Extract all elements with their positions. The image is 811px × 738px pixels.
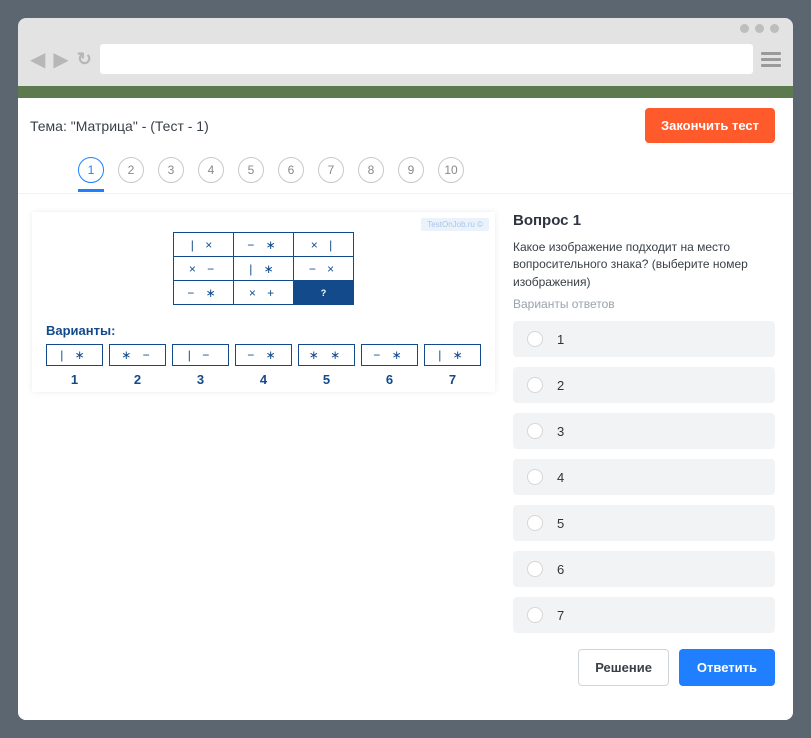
matrix-cell: − ∗ xyxy=(234,233,294,257)
matrix-cell: | ∗ xyxy=(234,257,294,281)
variant-cell: ∗ − xyxy=(109,344,166,366)
answer-option[interactable]: 1 xyxy=(513,321,775,357)
answer-option[interactable]: 5 xyxy=(513,505,775,541)
radio-icon xyxy=(527,469,543,485)
answer-text: 5 xyxy=(557,516,564,531)
question-nav-item[interactable]: 2 xyxy=(118,157,144,183)
question-nav-item[interactable]: 5 xyxy=(238,157,264,183)
variant-cell: − ∗ xyxy=(235,344,292,366)
browser-frame: ◀ ▶ ↻ Тема: "Матрица" - (Тест - 1) Закон… xyxy=(18,18,793,720)
reload-icon[interactable]: ↻ xyxy=(77,49,92,70)
matrix-cell: − ∗ xyxy=(174,281,234,305)
matrix-cell: ? xyxy=(294,281,354,305)
question-nav-item[interactable]: 4 xyxy=(198,157,224,183)
header-strip xyxy=(18,86,793,98)
radio-icon xyxy=(527,515,543,531)
answer-text: 1 xyxy=(557,332,564,347)
question-nav-item[interactable]: 10 xyxy=(438,157,464,183)
answer-option[interactable]: 4 xyxy=(513,459,775,495)
variants-label: Варианты: xyxy=(46,323,481,338)
finish-test-button[interactable]: Закончить тест xyxy=(645,108,775,143)
variant-cell: | ∗ xyxy=(424,344,481,366)
variants-row: | ∗ 1 ∗ − 2 | − 3 − ∗ 4 ∗ ∗ 5 − ∗ 6 | ∗ 7 xyxy=(46,344,481,387)
watermark-label: TestOnJob.ru © xyxy=(421,218,489,231)
variant-number: 5 xyxy=(323,372,330,387)
question-panel: Вопрос 1 Какое изображение подходит на м… xyxy=(513,212,775,720)
topic-bar: Тема: "Матрица" - (Тест - 1) Закончить т… xyxy=(18,98,793,145)
variant-option: ∗ − 2 xyxy=(109,344,166,387)
question-nav-item[interactable]: 1 xyxy=(78,157,104,183)
variant-cell: | − xyxy=(172,344,229,366)
question-nav-item[interactable]: 3 xyxy=(158,157,184,183)
variant-number: 1 xyxy=(71,372,78,387)
forward-icon[interactable]: ▶ xyxy=(53,47,68,72)
variant-number: 2 xyxy=(134,372,141,387)
question-nav-item[interactable]: 6 xyxy=(278,157,304,183)
variant-option: − ∗ 6 xyxy=(361,344,418,387)
question-nav-item[interactable]: 9 xyxy=(398,157,424,183)
question-title: Вопрос 1 xyxy=(513,212,775,229)
answer-text: 7 xyxy=(557,608,564,623)
address-input[interactable] xyxy=(100,44,753,74)
radio-icon xyxy=(527,423,543,439)
answer-option[interactable]: 6 xyxy=(513,551,775,587)
variant-option: | ∗ 1 xyxy=(46,344,103,387)
radio-icon xyxy=(527,377,543,393)
variant-option: − ∗ 4 xyxy=(235,344,292,387)
window-dot xyxy=(740,24,749,33)
answer-button[interactable]: Ответить xyxy=(679,649,775,686)
variant-number: 3 xyxy=(197,372,204,387)
matrix-cell: × + xyxy=(234,281,294,305)
content: TestOnJob.ru © | ×− ∗× |× −| ∗− ×− ∗× +?… xyxy=(18,194,793,720)
window-controls xyxy=(18,18,793,38)
question-image-panel: TestOnJob.ru © | ×− ∗× |× −| ∗− ×− ∗× +?… xyxy=(32,212,495,392)
answer-option[interactable]: 7 xyxy=(513,597,775,633)
variant-option: | − 3 xyxy=(172,344,229,387)
question-nav-item[interactable]: 7 xyxy=(318,157,344,183)
back-icon[interactable]: ◀ xyxy=(30,47,45,72)
matrix-grid: | ×− ∗× |× −| ∗− ×− ∗× +? xyxy=(173,232,354,305)
radio-icon xyxy=(527,607,543,623)
menu-icon[interactable] xyxy=(761,52,781,67)
answer-text: 3 xyxy=(557,424,564,439)
matrix-cell: × − xyxy=(174,257,234,281)
radio-icon xyxy=(527,331,543,347)
action-row: Решение Ответить xyxy=(513,649,775,690)
answers-list: 1 2 3 4 5 6 7 xyxy=(513,321,775,633)
answer-text: 6 xyxy=(557,562,564,577)
variant-cell: − ∗ xyxy=(361,344,418,366)
question-nav: 123456789 10 xyxy=(18,145,793,194)
variant-cell: ∗ ∗ xyxy=(298,344,355,366)
question-nav-item[interactable]: 8 xyxy=(358,157,384,183)
variant-number: 7 xyxy=(449,372,456,387)
radio-icon xyxy=(527,561,543,577)
answer-text: 2 xyxy=(557,378,564,393)
answer-option[interactable]: 3 xyxy=(513,413,775,449)
solution-button[interactable]: Решение xyxy=(578,649,669,686)
variant-option: | ∗ 7 xyxy=(424,344,481,387)
window-dot xyxy=(755,24,764,33)
answer-text: 4 xyxy=(557,470,564,485)
matrix-cell: − × xyxy=(294,257,354,281)
page: Тема: "Матрица" - (Тест - 1) Закончить т… xyxy=(18,86,793,720)
variant-option: ∗ ∗ 5 xyxy=(298,344,355,387)
variant-number: 6 xyxy=(386,372,393,387)
topic-title: Тема: "Матрица" - (Тест - 1) xyxy=(30,118,209,134)
matrix-cell: | × xyxy=(174,233,234,257)
question-text: Какое изображение подходит на место вопр… xyxy=(513,239,775,291)
matrix-cell: × | xyxy=(294,233,354,257)
address-bar-row: ◀ ▶ ↻ xyxy=(18,38,793,86)
variant-number: 4 xyxy=(260,372,267,387)
variant-cell: | ∗ xyxy=(46,344,103,366)
window-dot xyxy=(770,24,779,33)
answer-option[interactable]: 2 xyxy=(513,367,775,403)
answers-label: Варианты ответов xyxy=(513,297,775,311)
